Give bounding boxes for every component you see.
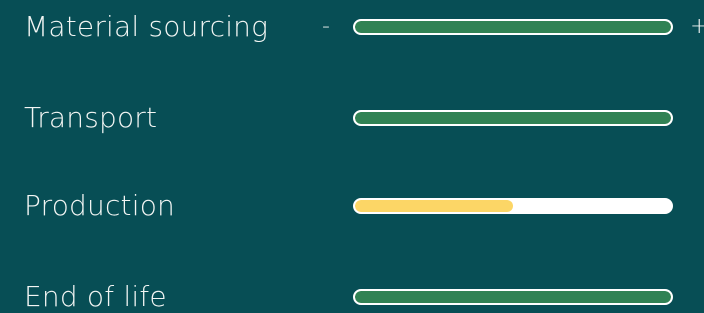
level-bar-fill <box>355 200 513 212</box>
row-label: End of life <box>24 280 167 313</box>
row-label: Production <box>24 189 175 222</box>
row-transport: Transport <box>0 98 704 138</box>
row-label: Transport <box>24 101 158 134</box>
level-bar <box>353 110 673 126</box>
row-material-sourcing: Material sourcing - + <box>0 7 704 47</box>
level-bar-fill <box>355 21 671 33</box>
impact-panel: Material sourcing - + Transport Producti… <box>0 0 704 313</box>
level-bar-fill <box>355 291 671 303</box>
scale-max-label: + <box>690 14 704 39</box>
level-bar-fill <box>355 112 671 124</box>
row-production: Production <box>0 186 704 226</box>
level-bar <box>353 198 673 214</box>
scale-min-label: - <box>322 14 330 39</box>
level-bar <box>353 19 673 35</box>
level-bar <box>353 289 673 305</box>
row-label: Material sourcing <box>24 10 269 43</box>
row-end-of-life: End of life <box>0 277 704 313</box>
